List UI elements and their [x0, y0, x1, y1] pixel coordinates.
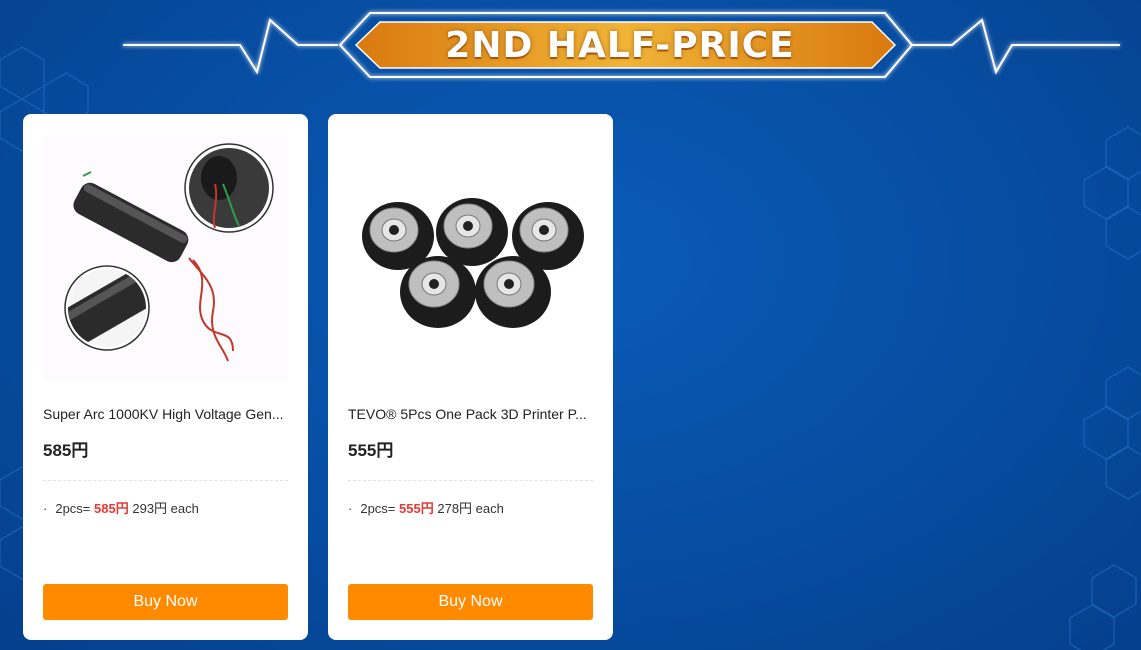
product-price: 555円 [348, 441, 394, 460]
deal-each: 278円 each [437, 501, 504, 516]
deal-prefix: 2pcs= [360, 501, 396, 516]
high-voltage-generator-image[interactable] [43, 136, 288, 381]
product-card[interactable]: Super Arc 1000KV High Voltage Gen... 585… [23, 114, 308, 640]
divider [43, 480, 288, 481]
deal-each: 293円 each [132, 501, 199, 516]
divider [348, 480, 593, 481]
buy-now-button[interactable]: Buy Now [348, 584, 593, 620]
deal-info: · 2pcs= 555円 278円 each [348, 498, 504, 517]
product-price: 585円 [43, 441, 89, 460]
product-title[interactable]: Super Arc 1000KV High Voltage Gen... [43, 406, 291, 422]
buy-now-button[interactable]: Buy Now [43, 584, 288, 620]
banner-title: 2ND HALF-PRICE [445, 24, 795, 66]
bullet-dot: · [348, 501, 353, 516]
deal-total: 585円 [94, 501, 129, 516]
product-title[interactable]: TEVO® 5Pcs One Pack 3D Printer P... [348, 406, 596, 422]
deal-info: · 2pcs= 585円 293円 each [43, 498, 199, 517]
deal-prefix: 2pcs= [55, 501, 91, 516]
deal-total: 555円 [399, 501, 434, 516]
pulley-wheels-image[interactable] [348, 136, 593, 381]
bullet-dot: · [43, 501, 48, 516]
product-card[interactable]: TEVO® 5Pcs One Pack 3D Printer P... 555円… [328, 114, 613, 640]
